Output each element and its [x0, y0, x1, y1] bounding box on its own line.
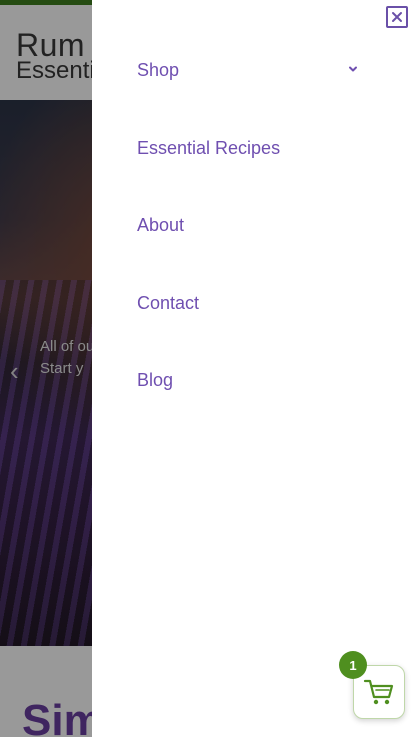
nav-item-essential-recipes: Essential Recipes	[137, 130, 367, 208]
nav-item-about: About	[137, 207, 367, 285]
nav-link-shop[interactable]: Shop	[137, 52, 179, 88]
chevron-down-icon	[349, 66, 357, 72]
nav-link-about[interactable]: About	[137, 207, 184, 243]
drawer-nav-menu: Shop Essential Recipes About Contact Blo…	[137, 52, 367, 440]
nav-item-blog: Blog	[137, 362, 367, 440]
nav-link-blog[interactable]: Blog	[137, 362, 173, 398]
nav-item-shop: Shop	[137, 52, 367, 130]
cart-icon	[363, 679, 394, 705]
nav-link-contact[interactable]: Contact	[137, 285, 199, 321]
close-icon	[392, 12, 402, 22]
nav-link-essential-recipes[interactable]: Essential Recipes	[137, 130, 280, 166]
mobile-nav-drawer: Shop Essential Recipes About Contact Blo…	[92, 0, 412, 737]
cart-count-badge: 1	[339, 651, 367, 679]
nav-item-contact: Contact	[137, 285, 367, 363]
submenu-toggle-button[interactable]	[347, 62, 361, 76]
close-drawer-button[interactable]	[386, 6, 408, 28]
